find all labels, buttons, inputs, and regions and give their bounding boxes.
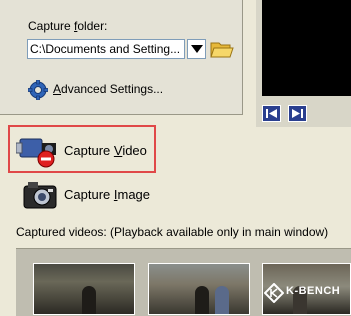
- advanced-settings-link[interactable]: Advanced Settings...: [53, 82, 163, 96]
- folder-dropdown-button[interactable]: [187, 39, 206, 59]
- captured-videos-label: Captured videos: (Playback available onl…: [16, 225, 329, 239]
- step-back-button[interactable]: [262, 105, 281, 122]
- capture-folder-label: Capture folder:: [28, 19, 108, 33]
- video-preview: [262, 0, 351, 96]
- photo-camera-icon[interactable]: [22, 178, 58, 212]
- k-bench-logo-icon: [264, 283, 284, 303]
- video-camera-icon[interactable]: [16, 133, 60, 169]
- k-bench-watermark: K-BENCH: [262, 282, 348, 304]
- step-forward-button[interactable]: [288, 105, 307, 122]
- chevron-down-icon: [190, 45, 203, 53]
- step-forward-icon: [292, 109, 303, 118]
- step-back-icon: [266, 109, 277, 118]
- person-figure: [82, 286, 96, 314]
- gear-icon: [28, 80, 48, 100]
- video-thumbnail[interactable]: [148, 263, 250, 315]
- folder-open-icon[interactable]: [210, 38, 234, 60]
- watermark-text: K-BENCH: [286, 285, 341, 297]
- capture-image-button[interactable]: Capture Image: [64, 187, 150, 202]
- capture-video-button[interactable]: Capture Video: [64, 143, 147, 158]
- video-thumbnail[interactable]: [33, 263, 135, 315]
- person-figure: [215, 286, 229, 314]
- person-figure: [195, 286, 209, 314]
- capture-folder-select[interactable]: C:\Documents and Setting...: [27, 39, 185, 59]
